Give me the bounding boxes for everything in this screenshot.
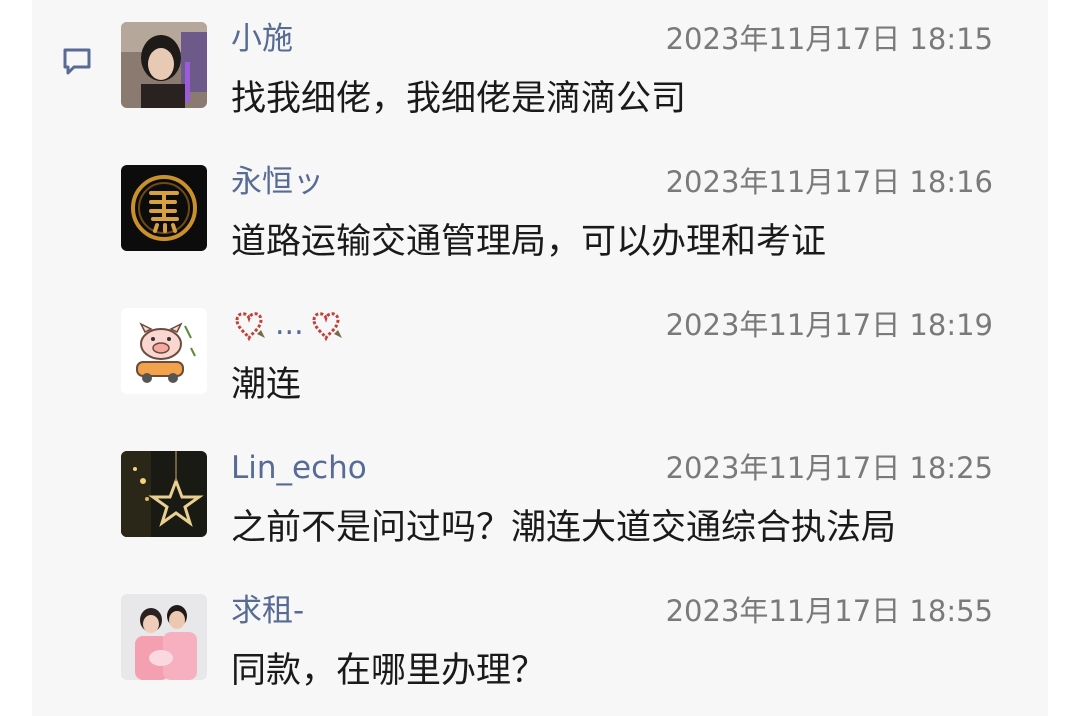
comment-author[interactable]: ... [231, 306, 348, 351]
comment-text: 之前不是问过吗？潮连大道交通综合执法局 [231, 508, 897, 548]
avatar[interactable] [121, 165, 207, 251]
comment-time: 2023年11月17日 18:55 [665, 594, 993, 628]
knot-emoji-icon [231, 308, 271, 342]
comment-author[interactable]: 永恒ッ [231, 163, 324, 201]
comment-item: 永恒ッ 2023年11月17日 18:16 道路运输交通管理局，可以办理和考证 [121, 143, 1001, 273]
comment-item: 求租- 2023年11月17日 18:55 同款，在哪里办理？ [121, 572, 1001, 702]
comment-time: 2023年11月17日 18:25 [665, 451, 993, 485]
avatar[interactable] [121, 308, 207, 394]
comment-time: 2023年11月17日 18:15 [665, 22, 993, 56]
comment-author[interactable]: Lin_echo [231, 449, 367, 487]
comment-author[interactable]: 小施 [231, 20, 293, 58]
comment-item: Lin_echo 2023年11月17日 18:25 之前不是问过吗？潮连大道交… [121, 429, 1001, 559]
comment-author[interactable]: 求租- [231, 592, 304, 630]
comment-text: 同款，在哪里办理？ [231, 651, 547, 691]
avatar[interactable] [121, 22, 207, 108]
comment-item: ... 2023年11月17日 18:19 潮连 [121, 286, 1001, 416]
comment-text: 潮连 [231, 365, 302, 405]
knot-emoji-icon [308, 308, 348, 342]
avatar[interactable] [121, 451, 207, 537]
comment-time: 2023年11月17日 18:19 [665, 308, 993, 342]
avatar[interactable] [121, 594, 207, 680]
comment-text: 找我细佬，我细佬是滴滴公司 [231, 79, 687, 119]
comment-text: 道路运输交通管理局，可以办理和考证 [231, 222, 827, 262]
comment-time: 2023年11月17日 18:16 [665, 165, 993, 199]
comment-bubble-icon [60, 44, 94, 78]
comment-item: 小施 2023年11月17日 18:15 找我细佬，我细佬是滴滴公司 [121, 0, 1001, 130]
name-ellipsis: ... [275, 307, 304, 342]
